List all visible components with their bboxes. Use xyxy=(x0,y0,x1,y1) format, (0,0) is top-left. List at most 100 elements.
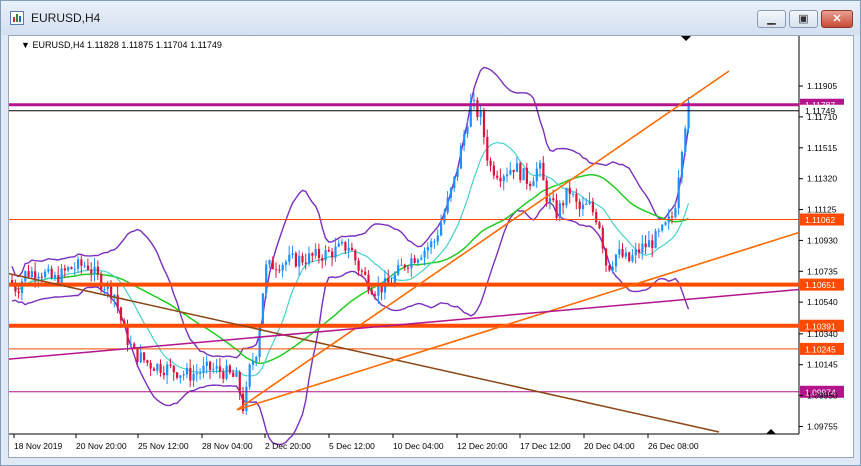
candle-body xyxy=(628,252,631,262)
candle-body xyxy=(426,247,429,251)
candle-body xyxy=(50,268,53,278)
price-tick-label: 1.09950 xyxy=(807,391,838,401)
candle-body xyxy=(317,248,321,259)
chart-canvas[interactable]: 1.117871.117491.110621.106511.103911.102… xyxy=(9,36,855,459)
price-axis: 1.11905 1.11710 1.11515 1.11320 1.11125 1.109… xyxy=(799,81,838,431)
candle-body xyxy=(96,266,99,275)
candle-body xyxy=(308,253,311,264)
candle-body xyxy=(57,275,60,284)
candle-body xyxy=(268,260,271,265)
price-tick-label: 1.11515 xyxy=(807,143,837,153)
candle-body xyxy=(522,168,525,181)
candle-body xyxy=(182,374,185,376)
candle-body xyxy=(205,361,208,366)
candle-body xyxy=(47,268,50,272)
candle-body xyxy=(539,162,542,169)
candle-body xyxy=(271,260,274,270)
candle-body xyxy=(502,176,505,182)
minimize-button[interactable]: ▁ xyxy=(757,10,786,28)
candle-body xyxy=(86,265,90,270)
candle-body xyxy=(179,375,182,378)
candle-body xyxy=(209,361,212,370)
candle-body xyxy=(647,240,651,248)
time-axis: 18 Nov 2019 20 Nov 20:00 25 Nov 12:00 28 No… xyxy=(13,434,699,451)
candle-body xyxy=(195,373,198,375)
restore-icon: ▣ xyxy=(798,13,809,25)
candle-body xyxy=(634,249,637,256)
time-tick-label: 10 Dec 04:00 xyxy=(393,441,444,451)
candle-body xyxy=(638,249,641,253)
candle-body xyxy=(146,360,149,363)
candle-body xyxy=(350,247,354,251)
candle-body xyxy=(199,372,202,374)
price-tick-label: 1.11320 xyxy=(807,174,837,184)
candle-body xyxy=(344,241,347,251)
candle-body xyxy=(116,294,119,308)
candle-body xyxy=(136,347,139,362)
title-bar[interactable]: EURUSD,H4 ▁ ▣ ✕ xyxy=(1,1,860,35)
candle-body xyxy=(185,367,189,375)
candle-body xyxy=(225,365,228,379)
candle-body xyxy=(598,222,601,228)
candle-body xyxy=(357,260,360,271)
candle-body xyxy=(548,198,552,202)
candle-body xyxy=(126,326,129,345)
candle-body xyxy=(341,241,344,244)
candle-body xyxy=(459,145,462,169)
candle-body xyxy=(479,111,482,117)
candle-body xyxy=(222,371,225,379)
candle-body xyxy=(159,363,162,373)
candle-body xyxy=(251,361,255,365)
candle-body xyxy=(482,111,486,138)
candle-body xyxy=(24,271,27,282)
price-tick-label: 1.11710 xyxy=(807,112,837,122)
price-chart[interactable]: ▼ EURUSD,H4 1.11828 1.11875 1.11704 1.11… xyxy=(8,35,854,458)
candle-body xyxy=(149,362,152,369)
close-button[interactable]: ✕ xyxy=(821,10,853,28)
candle-body xyxy=(601,227,604,249)
time-tick-label: 17 Dec 12:00 xyxy=(520,441,571,451)
candle-body xyxy=(77,259,80,269)
candle-body xyxy=(143,352,146,361)
candle-body xyxy=(73,268,76,270)
candle-body xyxy=(532,181,535,187)
time-tick-label: 2 Dec 20:00 xyxy=(265,441,311,451)
candle-body xyxy=(314,248,317,256)
candle-body xyxy=(37,276,40,279)
candle-body xyxy=(674,208,677,218)
candle-body xyxy=(212,368,215,370)
candle-body xyxy=(677,177,680,209)
candle-body xyxy=(337,243,340,247)
candle-body xyxy=(618,249,621,255)
candle-body xyxy=(63,268,66,271)
candle-body xyxy=(275,269,278,271)
candle-body xyxy=(506,174,509,177)
candle-body xyxy=(347,247,350,251)
candle-body xyxy=(519,163,522,181)
candle-body xyxy=(568,187,571,195)
time-tick-label: 26 Dec 08:00 xyxy=(648,441,699,451)
candle-body xyxy=(605,248,608,266)
candle-body xyxy=(255,357,258,362)
candle-body xyxy=(552,198,555,201)
chart-shift-marker-top xyxy=(681,36,691,41)
price-tick-label: 1.10930 xyxy=(807,235,838,245)
candle-body xyxy=(529,183,532,187)
candle-body xyxy=(591,201,594,213)
candle-body xyxy=(235,372,238,377)
candle-body xyxy=(53,275,57,278)
price-tick-label: 1.09755 xyxy=(807,421,838,431)
candle-body xyxy=(644,243,647,248)
window-title: EURUSD,H4 xyxy=(31,11,101,25)
chart-shift-marker-bottom xyxy=(766,429,776,434)
candlesticks xyxy=(11,92,690,415)
candle-body xyxy=(291,253,294,255)
candle-body xyxy=(80,259,83,266)
candle-body xyxy=(545,180,548,202)
time-tick-label: 25 Nov 12:00 xyxy=(138,441,189,451)
restore-button[interactable]: ▣ xyxy=(789,10,818,28)
level-label-text: 1.11062 xyxy=(805,215,835,225)
candle-body xyxy=(324,250,327,261)
candle-body xyxy=(294,253,297,267)
candle-body xyxy=(440,222,443,236)
